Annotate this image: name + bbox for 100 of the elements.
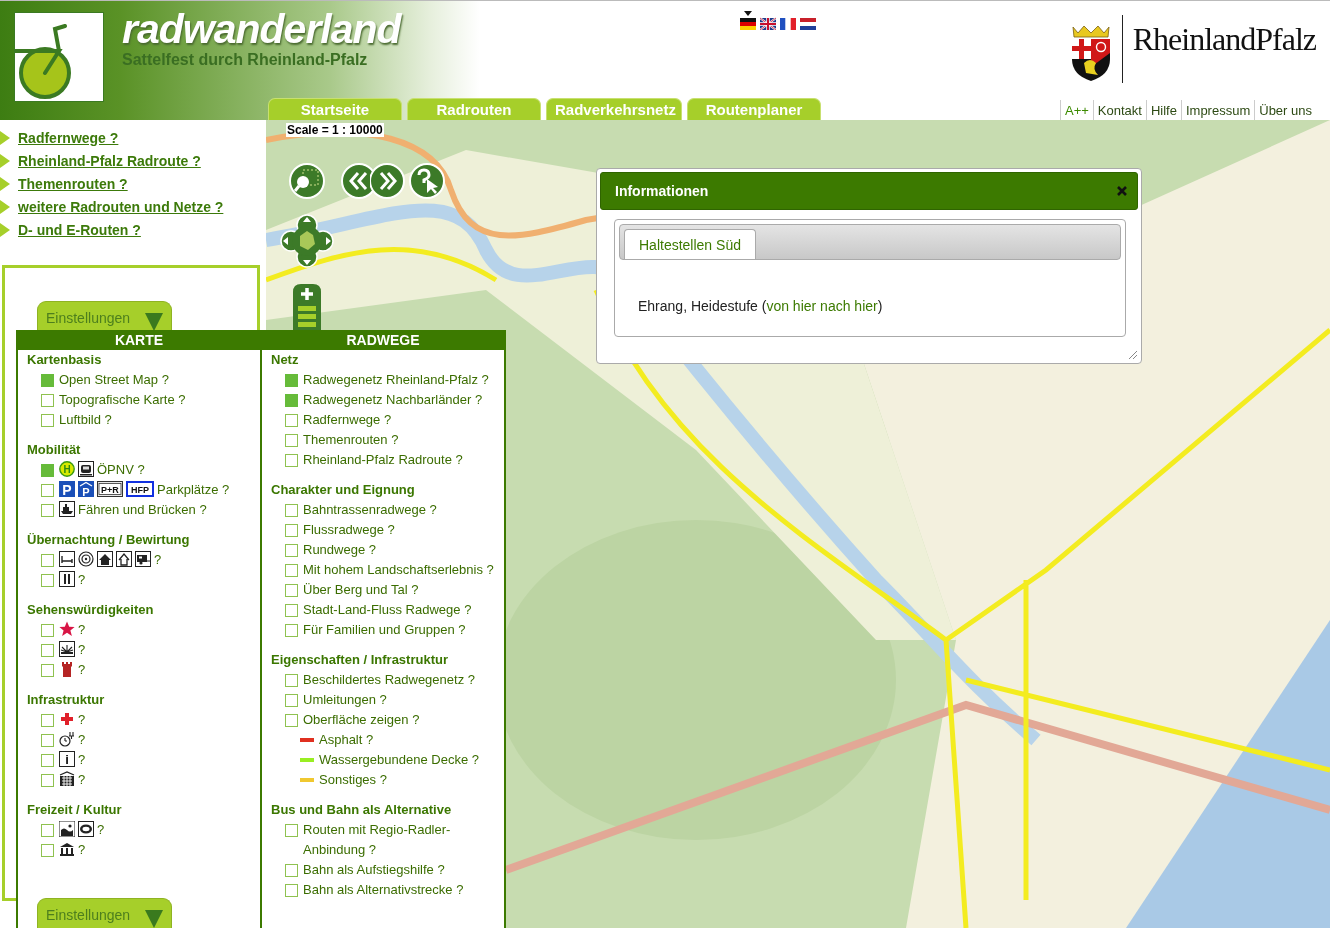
help-link[interactable]: ? bbox=[137, 462, 145, 477]
checkbox[interactable] bbox=[285, 564, 298, 577]
help-link[interactable]: ? bbox=[455, 452, 463, 467]
help-link[interactable]: ? bbox=[78, 772, 86, 787]
help-link[interactable]: ? bbox=[464, 602, 472, 617]
checkbox[interactable] bbox=[285, 414, 298, 427]
checkbox[interactable] bbox=[285, 624, 298, 637]
checkbox[interactable] bbox=[41, 374, 54, 387]
sidebar-link[interactable]: Rheinland-Pfalz Radroute ? bbox=[18, 152, 201, 169]
checkbox[interactable] bbox=[41, 644, 54, 657]
help-link[interactable]: ? bbox=[366, 732, 374, 747]
checkbox[interactable] bbox=[285, 584, 298, 597]
checkbox[interactable] bbox=[41, 394, 54, 407]
help-link[interactable]: ? bbox=[471, 752, 479, 767]
option-label: Radfernwege ? bbox=[303, 412, 392, 427]
sidebar-link[interactable]: weitere Radrouten und Netze ? bbox=[18, 198, 224, 215]
help-link[interactable]: ? bbox=[78, 732, 86, 747]
checkbox[interactable] bbox=[41, 824, 54, 837]
checkbox[interactable] bbox=[41, 484, 54, 497]
help-link[interactable]: ? bbox=[411, 582, 419, 597]
help-link[interactable]: ? bbox=[467, 672, 475, 687]
checkbox[interactable] bbox=[41, 574, 54, 587]
help-link[interactable]: ? bbox=[412, 712, 420, 727]
section-heading: Kartenbasis bbox=[27, 351, 103, 369]
checkbox[interactable] bbox=[285, 694, 298, 707]
pan-control[interactable] bbox=[280, 214, 334, 268]
help-link[interactable]: ? bbox=[383, 412, 392, 427]
help-link[interactable]: ? bbox=[78, 662, 86, 677]
help-link[interactable]: ? bbox=[104, 412, 112, 427]
checkbox[interactable] bbox=[285, 604, 298, 617]
help-link[interactable]: ? bbox=[78, 842, 86, 857]
checkbox[interactable] bbox=[41, 774, 54, 787]
option-label: Für Familien und Gruppen ? bbox=[303, 622, 466, 637]
sidebar-link[interactable]: D- und E-Routen ? bbox=[18, 221, 141, 238]
checkbox[interactable] bbox=[41, 754, 54, 767]
option-label: Bahn als Aufstiegshilfe ? bbox=[303, 862, 445, 877]
checkbox[interactable] bbox=[285, 674, 298, 687]
help-link[interactable]: ? bbox=[78, 572, 86, 587]
checkbox[interactable] bbox=[41, 624, 54, 637]
help-link[interactable]: ? bbox=[456, 882, 464, 897]
zoom-box-button[interactable] bbox=[288, 162, 326, 200]
help-link[interactable]: ? bbox=[387, 522, 395, 537]
checkbox[interactable] bbox=[285, 884, 298, 897]
checkbox[interactable] bbox=[41, 844, 54, 857]
option-label: Parkplätze ? bbox=[157, 482, 230, 497]
ship-icon bbox=[59, 501, 75, 517]
checkbox[interactable] bbox=[285, 714, 298, 727]
checkbox[interactable] bbox=[41, 464, 54, 477]
checkbox[interactable] bbox=[41, 554, 54, 567]
help-link[interactable]: ? bbox=[154, 552, 162, 567]
section-heading: Mobilität bbox=[27, 441, 82, 459]
help-link[interactable]: ? bbox=[199, 502, 207, 517]
help-link[interactable]: ? bbox=[161, 372, 169, 387]
help-link[interactable]: ? bbox=[458, 622, 466, 637]
help-button[interactable] bbox=[408, 162, 446, 200]
help-link[interactable]: ? bbox=[486, 562, 494, 577]
checkbox[interactable] bbox=[41, 734, 54, 747]
help-link[interactable]: ? bbox=[78, 712, 86, 727]
checkbox[interactable] bbox=[41, 504, 54, 517]
option-label: Flussradwege ? bbox=[303, 522, 395, 537]
section-heading: Netz bbox=[271, 351, 300, 369]
help-link[interactable]: ? bbox=[78, 752, 86, 767]
bicycle-logo-icon[interactable] bbox=[14, 12, 104, 102]
help-link[interactable]: ? bbox=[222, 482, 230, 497]
flag-icon[interactable] bbox=[740, 11, 756, 30]
route-link[interactable]: von hier nach hier bbox=[766, 298, 878, 314]
checkbox[interactable] bbox=[285, 864, 298, 877]
checkbox[interactable] bbox=[41, 664, 54, 677]
tab[interactable]: Haltestellen Süd bbox=[624, 229, 756, 259]
sidebar-link[interactable]: Radfernwege ? bbox=[18, 129, 119, 146]
checkbox[interactable] bbox=[41, 414, 54, 427]
checkbox[interactable] bbox=[285, 374, 298, 387]
help-link[interactable]: ? bbox=[379, 772, 387, 787]
checkbox[interactable] bbox=[285, 824, 298, 837]
help-link[interactable]: ? bbox=[178, 392, 186, 407]
close-icon[interactable] bbox=[1117, 186, 1127, 196]
help-link[interactable]: ? bbox=[429, 502, 437, 517]
checkbox[interactable] bbox=[285, 544, 298, 557]
help-link[interactable]: ? bbox=[481, 372, 489, 387]
help-link[interactable]: ? bbox=[379, 692, 387, 707]
help-link[interactable]: ? bbox=[368, 842, 376, 857]
info-icon: i bbox=[59, 751, 75, 767]
help-link[interactable]: ? bbox=[437, 862, 445, 877]
sidebar-link[interactable]: Themenrouten ? bbox=[18, 175, 128, 192]
forward-button[interactable] bbox=[370, 162, 406, 200]
checkbox[interactable] bbox=[285, 524, 298, 537]
zoom-bar[interactable] bbox=[293, 284, 321, 330]
help-link[interactable]: ? bbox=[97, 822, 105, 837]
help-link[interactable]: ? bbox=[368, 542, 376, 557]
help-link[interactable]: ? bbox=[475, 392, 483, 407]
help-link[interactable]: ? bbox=[78, 642, 86, 657]
temple-icon bbox=[59, 841, 75, 857]
checkbox[interactable] bbox=[285, 434, 298, 447]
resize-grip-icon[interactable] bbox=[1128, 350, 1138, 360]
checkbox[interactable] bbox=[285, 504, 298, 517]
checkbox[interactable] bbox=[41, 714, 54, 727]
checkbox[interactable] bbox=[285, 454, 298, 467]
checkbox[interactable] bbox=[285, 394, 298, 407]
help-link[interactable]: ? bbox=[78, 622, 86, 637]
help-link[interactable]: ? bbox=[391, 432, 399, 447]
